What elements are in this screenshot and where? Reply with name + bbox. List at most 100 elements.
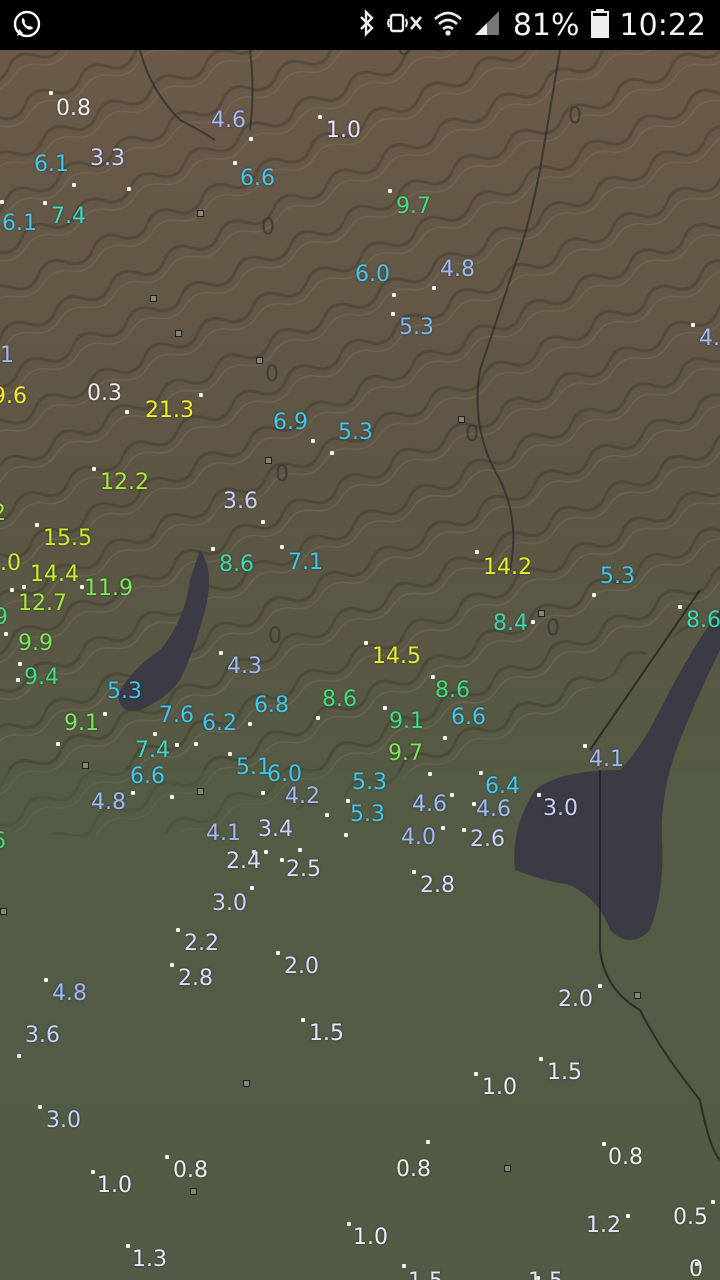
station-value: 5.3 xyxy=(350,802,385,827)
station-value: 1.0 xyxy=(326,118,361,143)
station-value: 6 xyxy=(0,830,6,854)
station-dot xyxy=(711,1200,715,1204)
station-dot xyxy=(402,1264,406,1268)
town-marker xyxy=(175,330,182,337)
town-marker xyxy=(150,295,157,302)
station-dot xyxy=(428,772,432,776)
station-value: 0.8 xyxy=(396,1157,431,1182)
status-bar: 81% 10:22 xyxy=(0,0,720,50)
town-marker xyxy=(458,416,465,423)
station-dot xyxy=(330,451,334,455)
station-dot xyxy=(391,312,395,316)
station-dot xyxy=(22,585,26,589)
station-value: 6.6 xyxy=(130,764,165,789)
station-value: 7.1 xyxy=(288,550,323,575)
station-dot xyxy=(103,712,107,716)
station-value: 9.7 xyxy=(396,194,431,219)
station-dot xyxy=(598,984,602,988)
zero-label: 0 xyxy=(568,104,582,129)
wifi-icon xyxy=(433,9,463,41)
station-dot xyxy=(583,744,587,748)
station-dot xyxy=(426,1140,430,1144)
map-view[interactable]: 0 0 0 0 0 0 0 0 0.8 4.6 1.0 6.1 3.3 6.6 … xyxy=(0,50,720,1280)
station-value: 3.4 xyxy=(258,817,293,842)
station-dot xyxy=(347,1222,351,1226)
station-value: 2.0 xyxy=(284,954,319,979)
station-value: 5.3 xyxy=(600,564,635,589)
station-dot xyxy=(264,850,268,854)
zero-label: 0 xyxy=(397,50,411,61)
station-value: 6.2 xyxy=(202,711,237,736)
station-dot xyxy=(479,771,483,775)
town-marker xyxy=(243,1080,250,1087)
terrain-background xyxy=(0,50,720,1280)
station-value: 0.3 xyxy=(87,381,122,406)
station-value: 6.1 xyxy=(2,211,37,236)
station-dot xyxy=(383,706,387,710)
station-dot xyxy=(49,91,53,95)
station-dot xyxy=(170,795,174,799)
station-dot xyxy=(131,791,135,795)
station-value: 6.8 xyxy=(254,693,289,718)
station-dot xyxy=(16,678,20,682)
station-value: 7.4 xyxy=(51,204,86,229)
station-dot xyxy=(17,1054,21,1058)
station-value: 9.1 xyxy=(64,711,99,736)
town-marker xyxy=(265,457,272,464)
station-value: 2.2 xyxy=(184,931,219,956)
station-dot xyxy=(441,826,445,830)
station-value: 9.7 xyxy=(388,741,423,766)
station-dot xyxy=(261,791,265,795)
station-dot xyxy=(678,605,682,609)
station-value: 2.8 xyxy=(420,873,455,898)
station-value: 4. xyxy=(699,326,720,351)
station-value: 1.3 xyxy=(132,1247,167,1272)
station-value: 5.3 xyxy=(107,679,142,704)
station-dot xyxy=(219,651,223,655)
zero-label: 0 xyxy=(465,422,479,447)
station-value: 0.8 xyxy=(56,96,91,121)
station-dot xyxy=(592,593,596,597)
station-dot xyxy=(280,545,284,549)
town-marker xyxy=(190,1188,197,1195)
station-value: 3.6 xyxy=(223,489,258,514)
station-dot xyxy=(388,189,392,193)
station-value: 0.8 xyxy=(173,1158,208,1183)
station-value: 1.5 xyxy=(309,1021,344,1046)
station-value: 3.6 xyxy=(25,1023,60,1048)
station-value: 2.4 xyxy=(226,849,261,874)
station-dot xyxy=(0,200,4,204)
station-value: 4.1 xyxy=(206,821,241,846)
station-dot xyxy=(18,662,22,666)
zero-label: 0 xyxy=(546,616,560,641)
station-value: 0.5 xyxy=(673,1205,708,1230)
station-dot xyxy=(537,793,541,797)
station-value: 4.8 xyxy=(91,790,126,815)
station-dot xyxy=(228,752,232,756)
station-value: 5.1 xyxy=(236,755,271,780)
station-value: 3.0 xyxy=(212,891,247,916)
station-dot xyxy=(539,1057,543,1061)
station-value: 3.0 xyxy=(46,1108,81,1133)
station-dot xyxy=(475,550,479,554)
station-dot xyxy=(170,963,174,967)
station-dot xyxy=(450,793,454,797)
town-marker xyxy=(256,357,263,364)
station-value: 8.6 xyxy=(686,608,720,633)
battery-percent: 81% xyxy=(512,7,580,43)
signal-icon xyxy=(473,9,503,41)
station-value: 6.1 xyxy=(34,152,69,177)
station-dot xyxy=(325,813,329,817)
station-value: 5.3 xyxy=(352,770,387,795)
station-value: 12.7 xyxy=(18,591,67,616)
station-dot xyxy=(531,620,535,624)
vibrate-icon xyxy=(386,9,423,41)
station-dot xyxy=(56,742,60,746)
station-value: 21.3 xyxy=(145,398,194,423)
station-value: 3.3 xyxy=(90,146,125,171)
zero-label: 0 xyxy=(268,624,282,649)
station-dot xyxy=(211,547,215,551)
station-value: 1.5 xyxy=(547,1060,582,1085)
station-dot xyxy=(165,1155,169,1159)
station-value: 8.6 xyxy=(435,678,470,703)
